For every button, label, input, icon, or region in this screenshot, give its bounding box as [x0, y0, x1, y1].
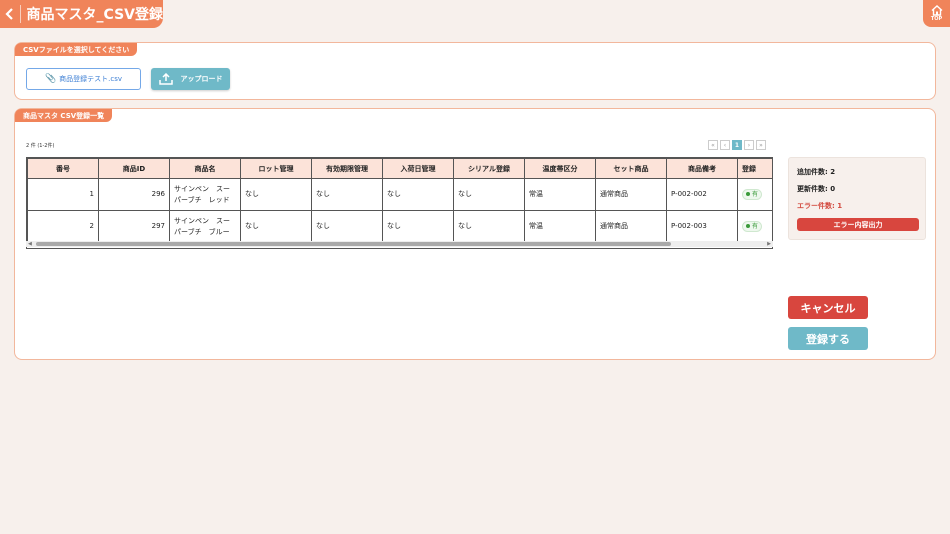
error-export-button[interactable]: エラー内容出力 [797, 218, 919, 231]
cell-set: 通常商品 [595, 178, 667, 211]
horizontal-scrollbar[interactable]: ◀ ▶ [26, 241, 773, 247]
cell-status: 有 [737, 210, 772, 243]
pager-next-button[interactable]: › [744, 140, 754, 150]
column-header: 有効期限管理 [311, 158, 383, 179]
column-header: ロット管理 [240, 158, 312, 179]
status-dot-icon [746, 224, 750, 229]
top-button[interactable]: TOP [923, 0, 950, 27]
pagination: « ‹ 1 › » [708, 140, 766, 150]
pager-prev-button[interactable]: ‹ [720, 140, 730, 150]
column-header: シリアル登録 [453, 158, 525, 179]
table-row[interactable]: 1 296 サインペン スーパーブチ レッド なし なし なし なし 常温 通常… [27, 178, 772, 211]
register-button[interactable]: 登録する [788, 327, 868, 350]
added-count: 追加件数: 2 [797, 168, 836, 176]
status-badge: 有 [742, 220, 763, 232]
pager-last-button[interactable]: » [756, 140, 766, 150]
status-text: 有 [752, 190, 759, 198]
error-count: エラー件数: 1 [797, 202, 843, 210]
csv-select-section-label: CSVファイルを選択してください [15, 43, 138, 56]
updated-count: 更新件数: 0 [797, 185, 836, 193]
title-separator [19, 5, 21, 23]
top-button-label: TOP [930, 16, 943, 22]
cell-temperature: 常温 [524, 210, 596, 243]
upload-icon [158, 73, 173, 85]
cell-product-name: サインペン スーパーブチ ブルー [169, 210, 241, 243]
list-panel: 商品マスタ CSV登録一覧 2 件 (1-2件) « ‹ 1 › » 番号 商品… [14, 108, 936, 360]
csv-table-container[interactable]: 番号 商品ID 商品名 ロット管理 有効期限管理 入荷日管理 シリアル登録 温度… [26, 157, 773, 249]
pager-first-button[interactable]: « [708, 140, 718, 150]
cell-expiry: なし [311, 178, 383, 211]
pager-page-button[interactable]: 1 [732, 140, 742, 150]
cell-product-id: 297 [98, 210, 170, 243]
csv-select-panel: CSVファイルを選択してください 📎 商品登録テスト.csv アップロード [14, 42, 936, 100]
cell-set: 通常商品 [595, 210, 667, 243]
cell-note: P-002-003 [666, 210, 738, 243]
page-title: 商品マスタ_CSV登録 [26, 7, 163, 23]
column-header: 商品備考 [666, 158, 738, 179]
cell-no: 1 [27, 178, 99, 211]
paperclip-icon: 📎 [44, 74, 57, 84]
cell-status: 有 [737, 178, 772, 211]
cell-lot: なし [240, 178, 312, 211]
summary-box: 追加件数: 2 更新件数: 0 エラー件数: 1 エラー内容出力 [788, 157, 926, 240]
upload-button[interactable]: アップロード [151, 68, 230, 90]
cell-arrival: なし [382, 178, 454, 211]
record-count: 2 件 (1-2件) [26, 143, 55, 149]
column-header: 入荷日管理 [382, 158, 454, 179]
cell-temperature: 常温 [524, 178, 596, 211]
cell-expiry: なし [311, 210, 383, 243]
column-header: 商品ID [98, 158, 170, 179]
cell-product-name: サインペン スーパーブチ レッド [169, 178, 241, 211]
table-header-row: 番号 商品ID 商品名 ロット管理 有効期限管理 入荷日管理 シリアル登録 温度… [27, 158, 772, 179]
cell-no: 2 [27, 210, 99, 243]
cell-product-id: 296 [98, 178, 170, 211]
cell-serial: なし [453, 210, 525, 243]
column-header: 温度帯区分 [524, 158, 596, 179]
title-bar: 商品マスタ_CSV登録 [0, 0, 163, 28]
cell-lot: なし [240, 210, 312, 243]
cell-note: P-002-002 [666, 178, 738, 211]
column-header: 登録 [737, 158, 772, 179]
scrollbar-thumb[interactable] [36, 242, 671, 246]
scroll-right-icon[interactable]: ▶ [767, 241, 771, 247]
column-header: 番号 [27, 158, 99, 179]
column-header: 商品名 [169, 158, 241, 179]
cell-serial: なし [453, 178, 525, 211]
list-section-label: 商品マスタ CSV登録一覧 [15, 109, 113, 122]
column-header: セット商品 [595, 158, 667, 179]
upload-button-label: アップロード [180, 75, 223, 83]
status-dot-icon [746, 192, 750, 197]
home-icon [931, 5, 942, 16]
scroll-left-icon[interactable]: ◀ [28, 241, 32, 247]
table-row[interactable]: 2 297 サインペン スーパーブチ ブルー なし なし なし なし 常温 通常… [27, 210, 772, 243]
status-badge: 有 [742, 188, 763, 200]
status-text: 有 [752, 222, 759, 230]
selected-file-name: 商品登録テスト.csv [59, 75, 123, 83]
cell-arrival: なし [382, 210, 454, 243]
csv-table: 番号 商品ID 商品名 ロット管理 有効期限管理 入荷日管理 シリアル登録 温度… [27, 158, 772, 243]
cancel-button[interactable]: キャンセル [788, 296, 868, 319]
selected-file-field[interactable]: 📎 商品登録テスト.csv [26, 68, 141, 90]
chevron-left-icon[interactable] [0, 8, 20, 20]
